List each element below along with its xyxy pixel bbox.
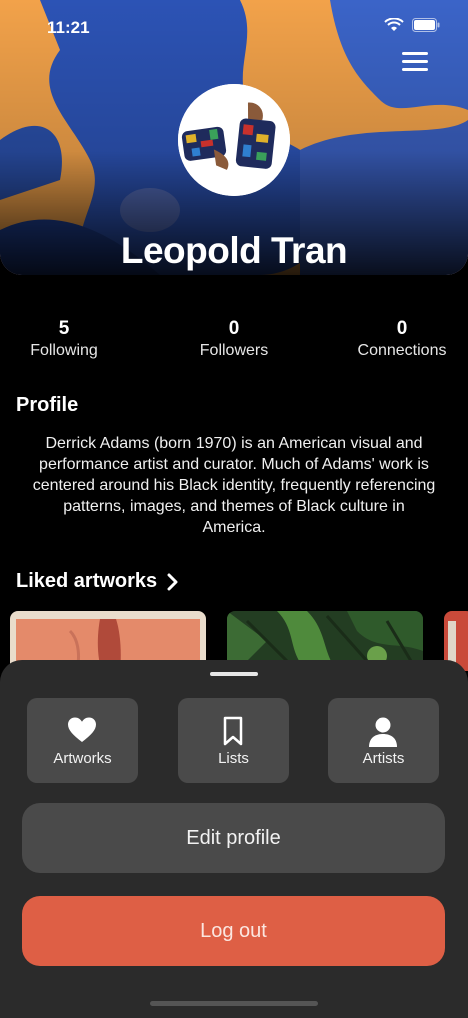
status-icons [384,18,440,32]
stat-followers-count: 0 [228,318,240,339]
artists-tile-button[interactable]: Artists [328,698,439,783]
liked-artworks-heading: Liked artworks [16,570,158,592]
artists-tile-label: Artists [362,750,405,767]
stat-connections-label: Connections [357,342,447,359]
person-icon [369,717,397,747]
avatar-artwork [178,84,290,196]
lists-tile-label: Lists [218,750,249,767]
wifi-icon [384,18,404,31]
profile-heading: Profile [16,394,79,416]
stat-following[interactable]: 5 Following [0,318,142,362]
artworks-tile-label: Artworks [53,750,112,767]
user-name: Leopold Tran [120,230,348,271]
heart-icon [68,717,96,742]
lists-tile-button[interactable]: Lists [178,698,289,783]
bookmark-icon [223,716,243,746]
stat-following-count: 5 [58,318,70,339]
status-time: 11:21 [47,18,90,37]
log-out-button[interactable]: Log out [22,896,445,966]
profile-bio: Derrick Adams (born 1970) is an American… [32,435,436,536]
sheet-grabber[interactable] [210,672,258,676]
home-indicator [150,1001,318,1006]
action-sheet: Artworks Lists Artists Edit profile Log … [0,660,468,1018]
battery-icon [412,18,440,32]
menu-icon[interactable] [402,52,428,72]
stat-following-label: Following [30,342,98,359]
chevron-right-icon [167,573,178,590]
artworks-tile-button[interactable]: Artworks [27,698,138,783]
avatar[interactable] [178,84,290,196]
stat-connections-count: 0 [396,318,408,339]
stat-connections[interactable]: 0 Connections [324,318,468,362]
liked-artworks-link[interactable]: Liked artworks [16,570,179,593]
edit-profile-button[interactable]: Edit profile [22,803,445,873]
stat-followers[interactable]: 0 Followers [156,318,312,362]
stat-followers-label: Followers [199,342,269,359]
profile-banner: 11:21 Leopold Tran [0,0,468,275]
